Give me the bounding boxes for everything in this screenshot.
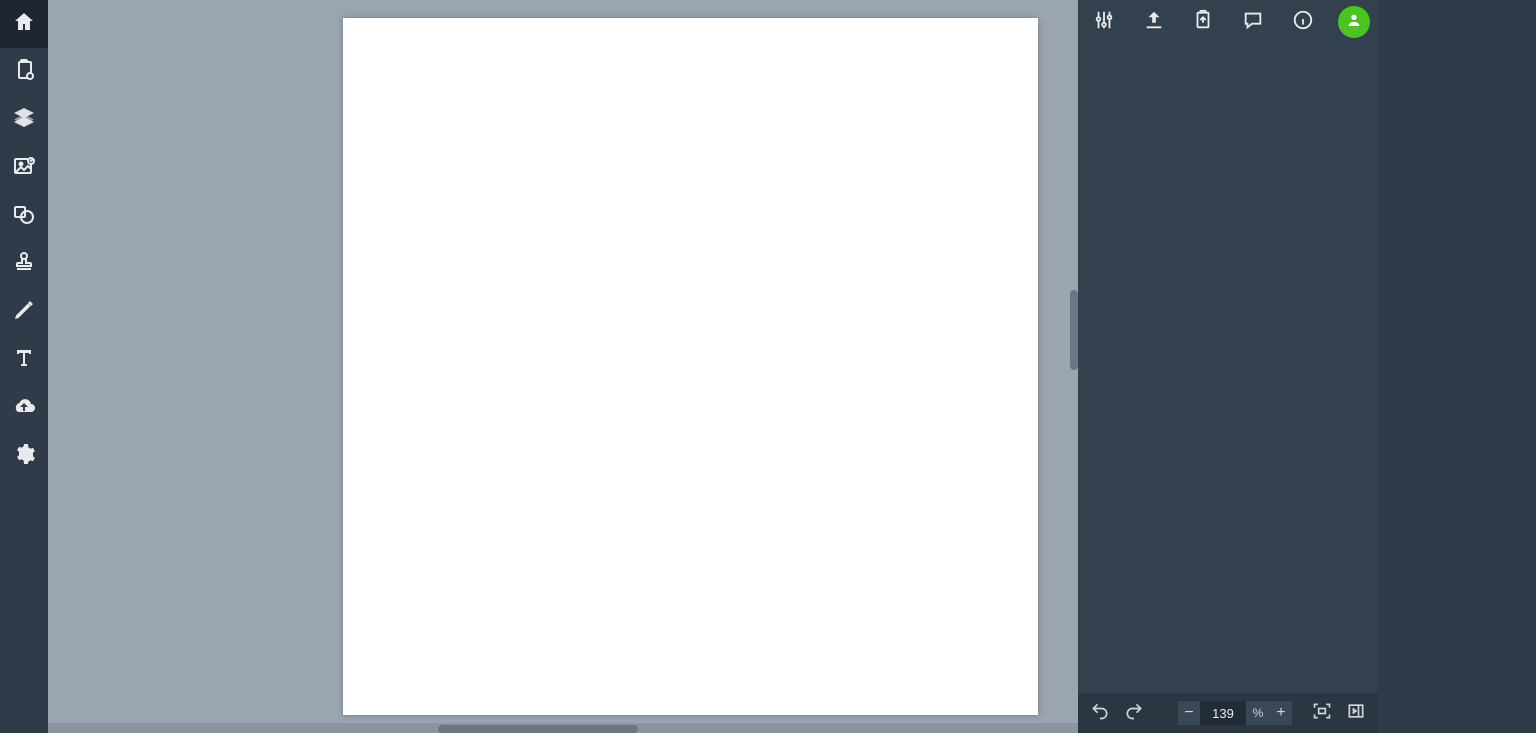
zoom-control: − % +: [1178, 701, 1292, 725]
zoom-percent-label: %: [1246, 701, 1270, 725]
info-icon: [1292, 9, 1314, 36]
tool-shapes[interactable]: [0, 192, 48, 240]
panel-collapse-icon: [1346, 701, 1366, 726]
comment-button[interactable]: [1239, 8, 1267, 36]
image-icon: [12, 154, 36, 183]
right-panel-body: [1078, 44, 1378, 693]
right-top-toolbar: [1078, 0, 1378, 44]
undo-button[interactable]: [1086, 699, 1114, 727]
right-bottom-toolbar: − % +: [1078, 693, 1378, 733]
clipboard-icon: [12, 58, 36, 87]
fit-screen-button[interactable]: [1308, 699, 1336, 727]
tool-text[interactable]: [0, 336, 48, 384]
upload-icon: [1143, 9, 1165, 36]
tool-settings[interactable]: [0, 432, 48, 480]
person-icon: [1346, 12, 1362, 33]
tool-home[interactable]: [0, 0, 48, 48]
canvas[interactable]: [343, 18, 1038, 715]
zoom-in-button[interactable]: +: [1270, 701, 1292, 725]
left-toolbar: [0, 0, 48, 733]
adjustments-button[interactable]: [1090, 8, 1118, 36]
info-button[interactable]: [1289, 8, 1317, 36]
tool-layers[interactable]: [0, 96, 48, 144]
layers-icon: [12, 106, 36, 135]
comment-icon: [1242, 9, 1264, 36]
redo-button[interactable]: [1120, 699, 1148, 727]
upload-button[interactable]: [1140, 8, 1168, 36]
vertical-scrollbar[interactable]: [1070, 290, 1078, 370]
stamp-icon: [12, 250, 36, 279]
redo-icon: [1124, 701, 1144, 726]
sliders-icon: [1093, 9, 1115, 36]
tool-stamp[interactable]: [0, 240, 48, 288]
home-icon: [12, 10, 36, 39]
tool-clipboard[interactable]: [0, 48, 48, 96]
horizontal-scrollbar[interactable]: [438, 725, 638, 733]
undo-icon: [1090, 701, 1110, 726]
tool-image[interactable]: [0, 144, 48, 192]
pencil-icon: [12, 298, 36, 327]
zoom-input[interactable]: [1200, 701, 1246, 725]
tool-cloud-upload[interactable]: [0, 384, 48, 432]
shapes-icon: [12, 202, 36, 231]
canvas-area[interactable]: [48, 0, 1078, 733]
text-icon: [12, 346, 36, 375]
export-clipboard-icon: [1192, 9, 1214, 36]
fit-screen-icon: [1312, 701, 1332, 726]
user-avatar[interactable]: [1338, 6, 1370, 38]
export-button[interactable]: [1189, 8, 1217, 36]
cloud-upload-icon: [12, 394, 36, 423]
tool-pencil[interactable]: [0, 288, 48, 336]
zoom-out-button[interactable]: −: [1178, 701, 1200, 725]
right-panel: − % +: [1078, 0, 1378, 733]
collapse-panel-button[interactable]: [1342, 699, 1370, 727]
gear-icon: [12, 442, 36, 471]
far-right-strip: [1378, 0, 1536, 733]
